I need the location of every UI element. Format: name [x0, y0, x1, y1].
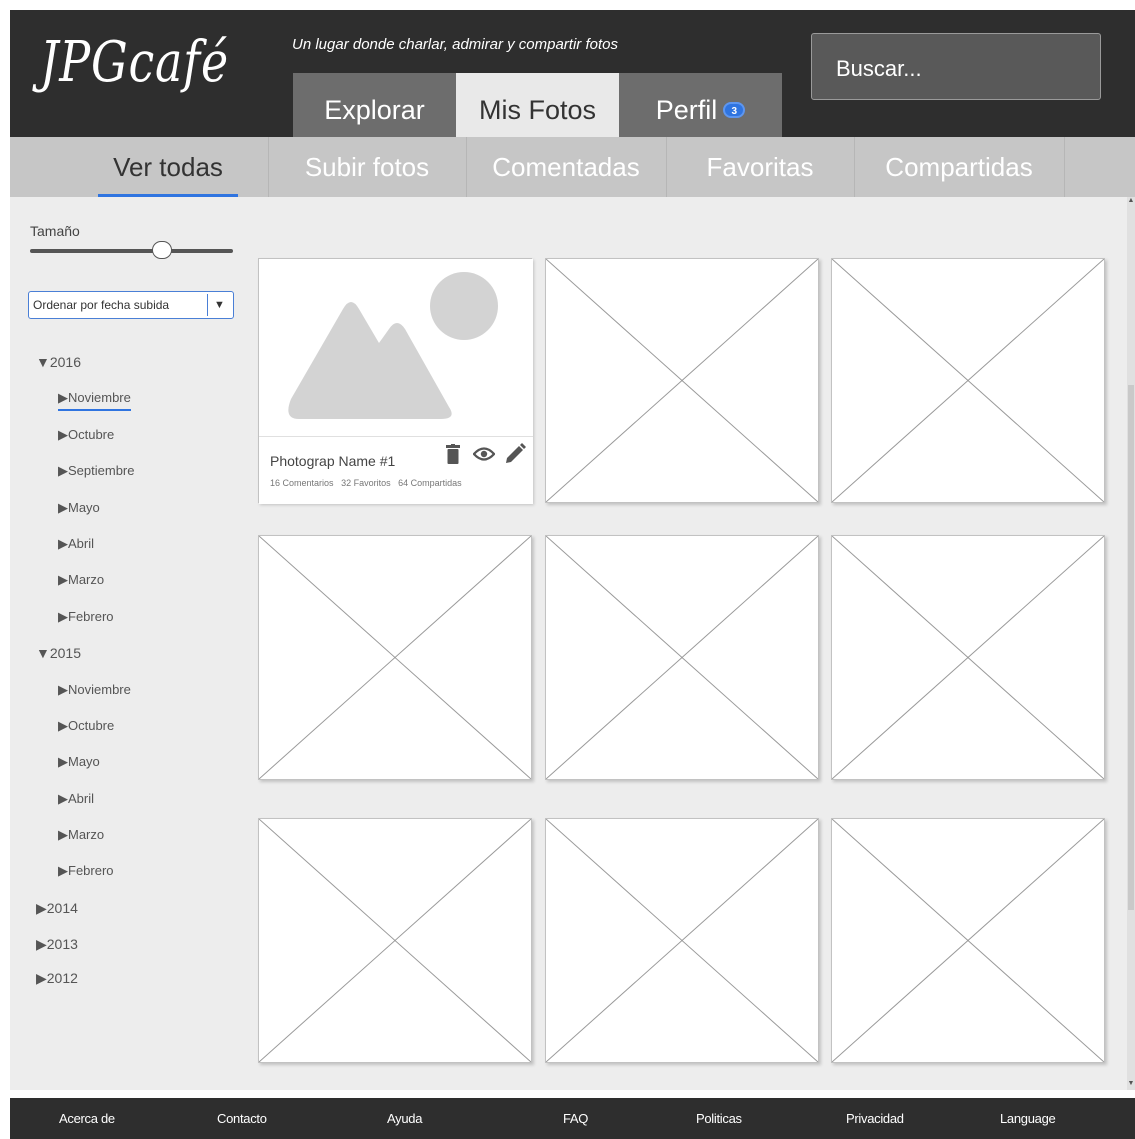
photo-actions	[442, 443, 526, 465]
footer-link-privacidad[interactable]: Privacidad	[846, 1111, 904, 1126]
scroll-up-arrow-icon[interactable]: ▲	[1127, 197, 1135, 207]
tree-month-2016-febrero[interactable]: ▶Febrero	[58, 609, 114, 625]
photo-name[interactable]: Photograp Name #1	[270, 453, 395, 469]
photo-stats: 16 Comentarios 32 Favoritos 64 Compartid…	[270, 478, 467, 488]
photo-placeholder[interactable]	[831, 818, 1105, 1063]
tree-month-2016-abril[interactable]: ▶Abril	[58, 536, 94, 552]
photo-placeholder[interactable]	[545, 535, 819, 780]
sort-dropdown[interactable]: Ordenar por fecha subida ▼	[28, 291, 234, 319]
sub-nav: Ver todas Subir fotos Comentadas Favorit…	[10, 137, 1135, 197]
notification-badge: 3	[723, 102, 746, 118]
tree-year-2015[interactable]: ▼2015	[36, 645, 81, 661]
eye-icon[interactable]	[473, 443, 495, 465]
subtab-label: Ver todas	[113, 151, 223, 182]
image-placeholder-icon	[832, 819, 1104, 1062]
shares-count: 64 Compartidas	[398, 478, 462, 488]
photo-thumbnail[interactable]	[259, 259, 533, 436]
tree-year-2016[interactable]: ▼2016	[36, 354, 81, 370]
subtab-label: Favoritas	[706, 151, 814, 182]
subtab-compartidas[interactable]: Compartidas	[854, 137, 1064, 197]
image-placeholder-icon	[259, 536, 531, 779]
tree-year-2014[interactable]: ▶2014	[36, 900, 78, 917]
page-footer: Acerca de Contacto Ayuda FAQ Politicas P…	[10, 1098, 1135, 1139]
tree-year-2013[interactable]: ▶2013	[36, 936, 78, 953]
search-input[interactable]: Buscar...	[811, 33, 1101, 100]
photo-card[interactable]: Photograp Name #1 16 Comentarios 32 Favo…	[258, 258, 533, 504]
tab-label: Explorar	[324, 94, 425, 125]
scroll-down-arrow-icon[interactable]: ▼	[1127, 1080, 1135, 1090]
image-placeholder-icon	[832, 536, 1104, 779]
comments-count: 16 Comentarios	[270, 478, 334, 488]
tab-explorar[interactable]: Explorar	[293, 73, 456, 137]
tab-mis-fotos[interactable]: Mis Fotos	[456, 73, 619, 137]
image-placeholder-icon	[546, 536, 818, 779]
tree-month-2016-mayo[interactable]: ▶Mayo	[58, 500, 100, 516]
image-placeholder-icon	[288, 272, 498, 419]
tree-month-2015-octubre[interactable]: ▶Octubre	[58, 718, 114, 734]
photo-placeholder[interactable]	[545, 818, 819, 1063]
photo-placeholder[interactable]	[258, 535, 532, 780]
tab-label: Perfil	[655, 94, 718, 125]
tree-month-2016-octubre[interactable]: ▶Octubre	[58, 427, 114, 443]
tab-perfil[interactable]: Perfil 3	[619, 73, 782, 137]
subtab-label: Compartidas	[885, 151, 1033, 182]
footer-link-ayuda[interactable]: Ayuda	[387, 1111, 422, 1126]
tree-month-2016-septiembre[interactable]: ▶Septiembre	[58, 463, 134, 479]
subtab-subir-fotos[interactable]: Subir fotos	[268, 137, 466, 197]
divider	[1064, 137, 1065, 197]
photo-placeholder[interactable]	[831, 535, 1105, 780]
tree-month-2015-marzo[interactable]: ▶Marzo	[58, 827, 104, 843]
footer-link-faq[interactable]: FAQ	[563, 1111, 588, 1126]
size-slider-track[interactable]	[30, 249, 233, 253]
scrollbar-thumb[interactable]	[1128, 385, 1134, 910]
photo-info: Photograp Name #1 16 Comentarios 32 Favo…	[259, 436, 533, 504]
tab-label: Mis Fotos	[478, 94, 597, 125]
size-label: Tamaño	[30, 223, 80, 239]
size-slider-thumb[interactable]	[151, 241, 172, 259]
photo-placeholder[interactable]	[831, 258, 1105, 503]
image-placeholder-icon	[546, 259, 818, 502]
footer-link-acerca-de[interactable]: Acerca de	[59, 1111, 115, 1126]
tree-year-2012[interactable]: ▶2012	[36, 970, 78, 987]
tree-month-2015-abril[interactable]: ▶Abril	[58, 791, 94, 807]
footer-link-politicas[interactable]: Politicas	[696, 1111, 742, 1126]
app-logo[interactable]: JPGcafé	[40, 30, 229, 95]
trash-icon[interactable]	[442, 443, 464, 465]
main-tabs: Explorar Mis Fotos Perfil 3	[293, 73, 782, 137]
sort-selected-value: Ordenar por fecha subida	[33, 298, 170, 312]
photo-placeholder[interactable]	[258, 818, 532, 1063]
tree-month-2015-febrero[interactable]: ▶Febrero	[58, 863, 114, 879]
tree-month-2015-noviembre[interactable]: ▶Noviembre	[58, 682, 131, 698]
tree-month-2016-marzo[interactable]: ▶Marzo	[58, 572, 104, 588]
image-placeholder-icon	[832, 259, 1104, 502]
tagline: Un lugar donde charlar, admirar y compar…	[292, 36, 618, 53]
subtab-label: Subir fotos	[304, 151, 430, 182]
image-placeholder-icon	[546, 819, 818, 1062]
footer-link-contacto[interactable]: Contacto	[217, 1111, 267, 1126]
tree-month-2015-mayo[interactable]: ▶Mayo	[58, 754, 100, 770]
image-placeholder-icon	[259, 819, 531, 1062]
dropdown-arrow-icon[interactable]: ▼	[207, 294, 231, 316]
subtab-ver-todas[interactable]: Ver todas	[98, 137, 238, 197]
subtab-favoritas[interactable]: Favoritas	[666, 137, 854, 197]
subtab-comentadas[interactable]: Comentadas	[466, 137, 666, 197]
tree-month-2016-noviembre[interactable]: ▶Noviembre	[58, 390, 131, 411]
pencil-icon[interactable]	[504, 443, 526, 465]
footer-link-language[interactable]: Language	[1000, 1111, 1056, 1126]
subtab-label: Comentadas	[492, 151, 640, 182]
favorites-count: 32 Favoritos	[341, 478, 391, 488]
photo-placeholder[interactable]	[545, 258, 819, 503]
